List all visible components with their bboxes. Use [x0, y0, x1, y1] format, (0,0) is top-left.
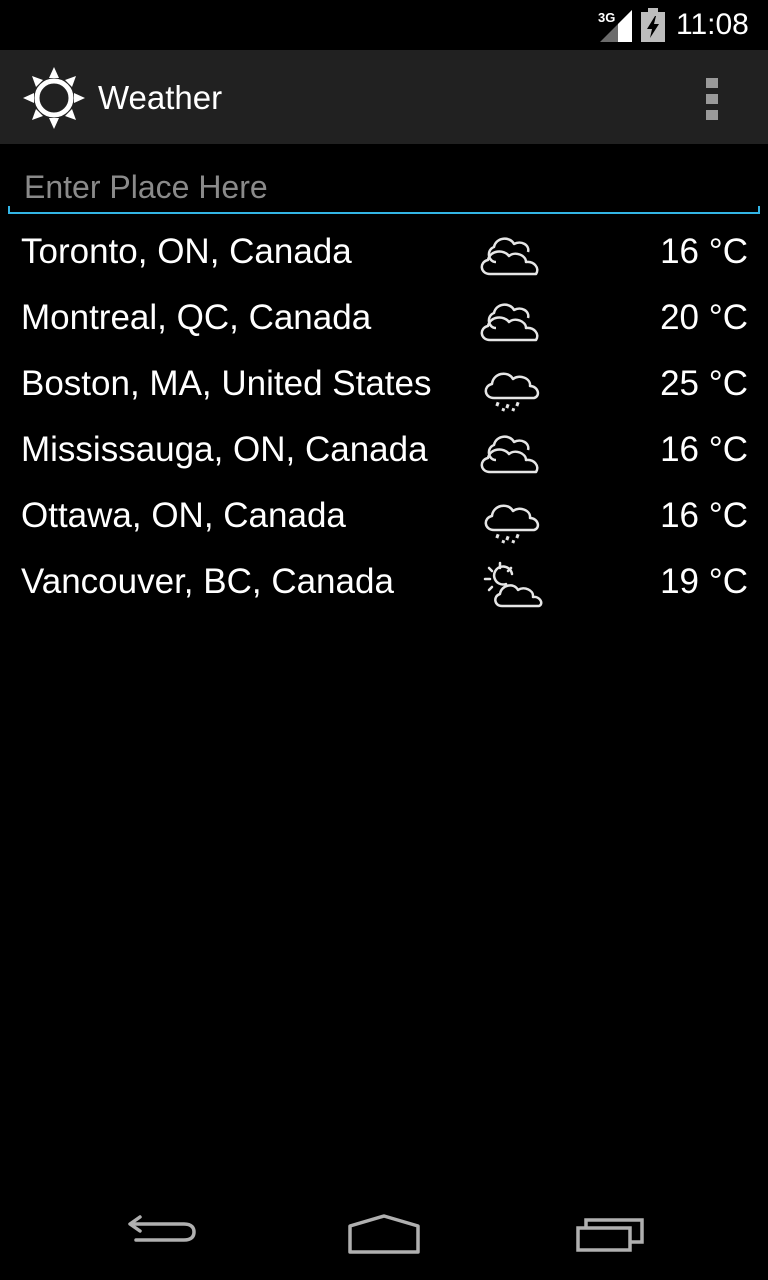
app-title: Weather	[98, 79, 223, 116]
network-label: 3G	[598, 10, 615, 25]
status-bar: 3G 11:08	[0, 0, 768, 50]
list-item[interactable]: Mississauga, ON, Canada 16 °C	[0, 418, 768, 484]
place-name: Mississauga, ON, Canada	[21, 430, 428, 469]
temperature: 25 °C	[660, 364, 748, 403]
home-icon[interactable]	[336, 1204, 432, 1264]
overflow-dot	[706, 110, 718, 120]
recent-apps-icon[interactable]	[562, 1204, 658, 1264]
place-name: Montreal, QC, Canada	[21, 298, 372, 337]
temperature: 16 °C	[660, 496, 748, 535]
navigation-bar	[0, 1184, 768, 1280]
rain-icon	[484, 372, 540, 412]
place-name: Toronto, ON, Canada	[21, 232, 352, 271]
search-underline	[8, 206, 760, 214]
action-bar: Weather	[0, 50, 768, 144]
battery-charging-icon	[641, 8, 665, 42]
cloudy-icon	[480, 237, 539, 276]
place-name: Ottawa, ON, Canada	[21, 496, 346, 535]
list-item[interactable]: Toronto, ON, Canada 16 °C	[0, 220, 768, 286]
place-name: Boston, MA, United States	[21, 364, 432, 403]
list-item[interactable]: Ottawa, ON, Canada 16 °C	[0, 484, 768, 550]
search-input[interactable]	[8, 162, 760, 212]
status-time: 11:08	[676, 8, 749, 41]
temperature: 16 °C	[660, 430, 748, 469]
rain-icon	[484, 504, 540, 544]
overflow-menu-button[interactable]	[690, 72, 734, 124]
signal-3g-icon: 3G	[598, 10, 632, 42]
cloudy-icon	[480, 303, 539, 342]
list-item[interactable]: Vancouver, BC, Canada 19 °C	[0, 550, 768, 616]
list-item[interactable]: Boston, MA, United States 25 °C	[0, 352, 768, 418]
overflow-dot	[706, 78, 718, 88]
weather-list: Toronto, ON, Canada 16 °C Montreal, QC, …	[0, 220, 768, 616]
search-field	[8, 162, 760, 216]
partly-sunny-icon	[483, 561, 543, 608]
sun-icon[interactable]	[22, 66, 86, 130]
back-icon[interactable]	[112, 1204, 208, 1264]
overflow-dot	[706, 94, 718, 104]
list-item[interactable]: Montreal, QC, Canada 20 °C	[0, 286, 768, 352]
temperature: 19 °C	[660, 562, 748, 601]
temperature: 20 °C	[660, 298, 748, 337]
temperature: 16 °C	[660, 232, 748, 271]
cloudy-icon	[480, 435, 539, 474]
place-name: Vancouver, BC, Canada	[21, 562, 394, 601]
